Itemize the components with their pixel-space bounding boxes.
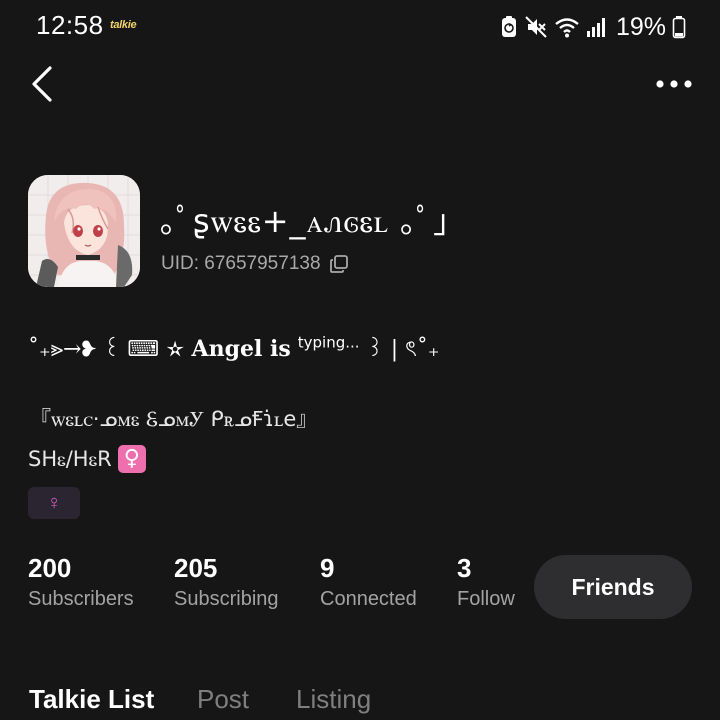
copy-icon[interactable] <box>329 254 349 274</box>
uid-text: UID: 67657957138 <box>161 253 321 274</box>
battery-saver-icon <box>500 15 518 39</box>
stat-label: Subscribing <box>174 588 279 610</box>
chevron-left-icon <box>32 66 52 102</box>
bio-line-1-superscript: typing... <box>297 333 360 352</box>
bio-line-1-prefix: ˚₊⪢→❥ ꒰ ⌨ ✫ <box>28 337 192 362</box>
profile-screen: 12:58 talkie 19% ｡ﾟʂꮃꮛꮛ+_ꭺꮑꮆꮛꮮ ｡ﾟ」 UID: … <box>0 0 720 720</box>
bio-line-1-bold: Angel is <box>191 336 291 362</box>
more-horizontal-icon <box>656 80 692 88</box>
signal-icon <box>586 16 608 38</box>
bio-line-2: 『ꮃꮛꮮꮯ⋅ᓄꮇꮛ ᏋᓄꮇᎩ ᑭꭱᓄꞘɿ̇ꮮe』 <box>30 407 318 431</box>
friends-button[interactable]: Friends <box>534 555 692 619</box>
battery-percent: 19% <box>615 12 666 41</box>
battery-icon <box>672 15 686 39</box>
anime-girl-avatar-image <box>28 175 140 287</box>
stat-subscribing[interactable]: 205 Subscribing <box>174 552 279 611</box>
profile-display-name: ｡ﾟʂꮃꮛꮛ+_ꭺꮑꮆꮛꮮ ｡ﾟ」 <box>160 202 467 240</box>
talkie-app-badge: talkie <box>110 19 137 31</box>
stat-subscribers[interactable]: 200 Subscribers <box>28 552 134 611</box>
stat-connected[interactable]: 9 Connected <box>320 552 417 611</box>
bio-line-1: ˚₊⪢→❥ ꒰ ⌨ ✫ Angel is typing... ꒱ | ৎ˚₊ <box>28 332 440 369</box>
status-bar: 12:58 talkie 19% <box>0 0 720 54</box>
status-time: 12:58 <box>36 10 104 40</box>
stat-follow[interactable]: 3 Follow <box>457 552 515 611</box>
bio-line-3: SHꮛ/HꮛR ♀ <box>28 445 146 473</box>
female-sign-emoji: ♀ <box>117 445 146 473</box>
mute-icon <box>524 15 548 39</box>
pronouns-text: SHꮛ/HꮛR <box>28 446 112 471</box>
status-icons: 19% <box>500 12 686 42</box>
tab-post[interactable]: Post <box>197 684 249 715</box>
uid-row: UID: 67657957138 <box>161 253 349 275</box>
tab-talkie-list[interactable]: Talkie List <box>29 684 154 715</box>
avatar[interactable] <box>28 175 140 287</box>
stat-label: Follow <box>457 588 515 610</box>
tab-listing[interactable]: Listing <box>296 684 371 715</box>
stat-value: 3 <box>457 553 472 583</box>
stat-value: 205 <box>174 553 218 583</box>
gender-tag: ♀ <box>28 487 80 519</box>
bio-line-1-suffix: ꒱ | ৎ˚₊ <box>359 337 440 362</box>
stat-label: Connected <box>320 588 417 610</box>
stat-value: 200 <box>28 553 72 583</box>
stat-value: 9 <box>320 553 335 583</box>
wifi-icon <box>554 16 580 38</box>
stat-label: Subscribers <box>28 588 134 610</box>
more-options-button[interactable] <box>654 70 694 98</box>
back-button[interactable] <box>22 62 62 106</box>
